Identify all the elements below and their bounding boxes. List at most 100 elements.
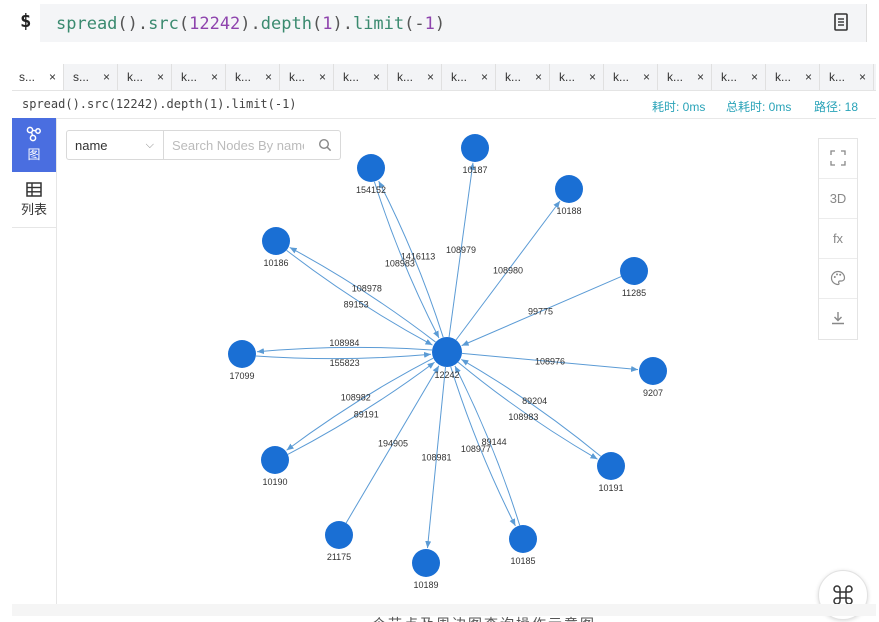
function-button[interactable]: fx [819,219,857,259]
edge-label: 89204 [522,396,547,406]
paths-stat: 路径: 18 [814,100,859,114]
query-token: (- [404,14,425,34]
graph-node[interactable] [639,357,667,385]
result-tab[interactable]: k... × [552,64,604,90]
result-tab[interactable]: k... × [336,64,388,90]
close-icon[interactable]: × [535,64,542,90]
tab-label: k... [127,70,144,84]
document-icon[interactable] [834,13,848,31]
graph-node[interactable] [357,154,385,182]
node-label: 10190 [262,477,287,487]
node-label: 11285 [622,288,646,298]
close-icon[interactable]: × [265,64,272,90]
graph-svg[interactable]: 1416113108983108979108980108978891539977… [56,118,876,604]
graph-node[interactable] [461,134,489,162]
graph-node[interactable] [412,549,440,577]
result-tab[interactable]: k... × [714,64,766,90]
result-tab[interactable]: s... × [12,64,64,90]
result-tab[interactable]: k... × [822,64,874,90]
query-token: ) [434,14,446,34]
close-icon[interactable]: × [481,64,488,90]
graph-edge[interactable] [286,357,434,451]
graph-node[interactable] [509,525,537,553]
query-token: depth [260,14,312,34]
edge-label: 89153 [344,300,369,310]
tab-label: s... [73,70,90,84]
tab-label: k... [775,70,792,84]
result-tab[interactable]: k... × [282,64,334,90]
query-token: ). [332,14,353,34]
close-icon[interactable]: × [157,64,164,90]
query-editor[interactable]: spread().src(12242).depth(1).limit(-1) [40,4,867,42]
list-view-button[interactable]: 列表 [12,174,56,228]
graph-node[interactable] [228,340,256,368]
graph-view-button[interactable]: 图 [12,118,56,172]
download-button[interactable] [819,299,857,339]
edge-label: 108976 [535,357,565,367]
graph-node[interactable] [325,521,353,549]
graph-view-label: 图 [27,147,41,162]
node-label: 154152 [356,185,386,195]
graph-node[interactable] [597,452,625,480]
graph-canvas[interactable]: 1416113 108983 108979 108980 108978 89153 9977… [56,118,876,604]
result-tab[interactable]: k... × [174,64,226,90]
field-select-value: name [75,138,108,153]
edge-label: 155823 [330,358,360,368]
table-icon [26,182,42,197]
node-label: 10185 [510,556,535,566]
tab-label: k... [181,70,198,84]
download-icon [832,312,844,325]
edge-label: 194905 [378,439,408,449]
close-icon[interactable]: × [589,64,596,90]
query-text[interactable]: spread().src(12242).depth(1).limit(-1) [56,14,445,34]
close-icon[interactable]: × [859,64,866,90]
result-tab[interactable]: k... × [768,64,820,90]
figure-caption: 个节点及周边图查询操作示意图 [372,614,596,622]
style-button[interactable] [819,259,857,299]
close-icon[interactable]: × [751,64,758,90]
close-icon[interactable]: × [643,64,650,90]
tab-label: k... [613,70,630,84]
result-tab[interactable]: k... × [228,64,280,90]
palette-icon [830,270,846,286]
graph-node[interactable] [620,257,648,285]
chevron-down-icon: ⌵ [145,139,154,151]
result-tab[interactable]: s... × [66,64,118,90]
executed-query: spread().src(12242).depth(1).limit(-1) [22,97,297,111]
close-icon[interactable]: × [805,64,812,90]
close-icon[interactable]: × [211,64,218,90]
result-tab[interactable]: k... × [120,64,172,90]
result-tab[interactable]: k... × [660,64,712,90]
close-icon[interactable]: × [103,64,110,90]
graph-edge[interactable] [287,361,435,455]
close-icon[interactable]: × [427,64,434,90]
graph-icon [26,126,41,142]
result-tab[interactable]: k... × [444,64,496,90]
result-tab[interactable]: k... × [498,64,550,90]
query-token: src [148,14,179,34]
edge-label: 89144 [482,437,507,447]
query-token: 12242 [189,14,241,34]
query-bar: $ spread().src(12242).depth(1).limit(-1) [0,0,879,46]
fullscreen-button[interactable] [819,139,857,179]
field-select[interactable]: name ⌵ [66,130,164,160]
close-icon[interactable]: × [319,64,326,90]
close-icon[interactable]: × [49,64,56,90]
search-icon[interactable] [318,138,332,152]
mode-3d-button[interactable]: 3D [819,179,857,219]
search-input[interactable] [164,131,312,159]
graph-node[interactable] [432,337,462,367]
fullscreen-icon [830,150,846,166]
tab-label: k... [289,70,306,84]
result-tab[interactable]: k... × [606,64,658,90]
result-tabs: s... × s... × k... × k... × k... × k... × k... × k... ×… [12,64,876,91]
graph-node[interactable] [262,227,290,255]
result-tab[interactable]: k... × [390,64,442,90]
close-icon[interactable]: × [373,64,380,90]
node-search[interactable] [164,130,341,160]
graph-node[interactable] [555,175,583,203]
graph-node[interactable] [261,446,289,474]
tab-label: k... [343,70,360,84]
edge-label: 108978 [352,283,382,293]
close-icon[interactable]: × [697,64,704,90]
